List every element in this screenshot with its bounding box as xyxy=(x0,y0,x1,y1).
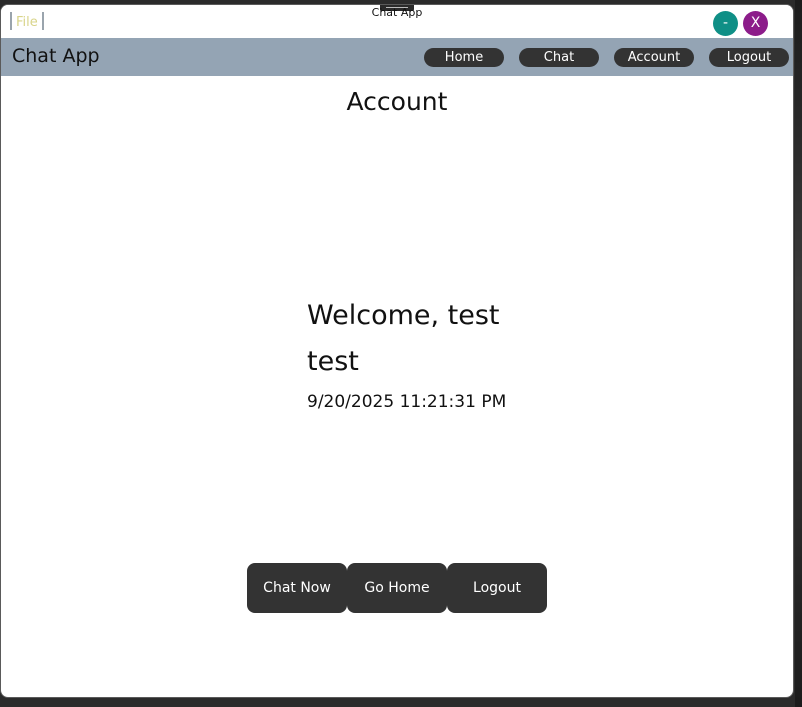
logout-button[interactable]: Logout xyxy=(447,563,547,613)
title-bar: File Chat App - X xyxy=(1,5,793,38)
minimize-button[interactable]: - xyxy=(713,11,738,36)
chat-now-button[interactable]: Chat Now xyxy=(247,563,347,613)
go-home-button[interactable]: Go Home xyxy=(347,563,447,613)
desktop-background xyxy=(795,0,802,707)
username-text: test xyxy=(307,346,359,377)
page-title: Account xyxy=(346,87,448,116)
nav-logout-button[interactable]: Logout xyxy=(709,48,789,67)
welcome-block: Welcome, test test 9/20/2025 11:21:31 PM xyxy=(307,297,506,415)
navbar: Chat App Home Chat Account Logout xyxy=(1,38,793,76)
close-button[interactable]: X xyxy=(743,11,768,36)
nav-account-button[interactable]: Account xyxy=(614,48,694,67)
welcome-message: Welcome, test xyxy=(307,300,500,331)
nav-home-button[interactable]: Home xyxy=(424,48,504,67)
window-title: Chat App xyxy=(371,6,423,19)
datetime-text: 9/20/2025 11:21:31 PM xyxy=(307,392,507,412)
app-title: Chat App xyxy=(12,45,100,67)
app-window: File Chat App - X Chat App Home Chat Acc… xyxy=(0,4,794,698)
nav-chat-button[interactable]: Chat xyxy=(519,48,599,67)
